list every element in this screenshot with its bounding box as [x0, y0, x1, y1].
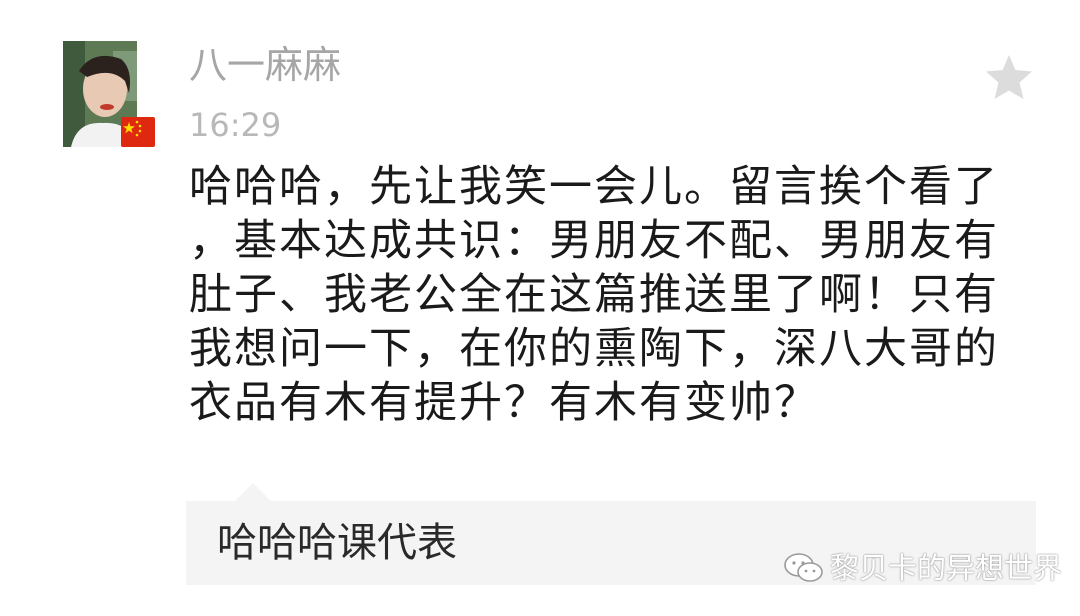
comment-line: ，基本达成共识：男朋友不配、男朋友有 [189, 216, 999, 266]
comment-text: 哈哈哈，先让我笑一会儿。留言挨个看了 ，基本达成共识：男朋友不配、男朋友有 肚子… [189, 160, 1029, 430]
comment-line: 肚子、我老公全在这篇推送里了啊！只有 [189, 270, 999, 320]
timestamp: 16:29 [189, 106, 282, 144]
reply-pointer [234, 483, 272, 502]
china-flag-icon [121, 117, 155, 147]
comment-line: 衣品有木有提升？有木有变帅？ [189, 378, 819, 428]
watermark-text: 黎贝卡的异想世界 [830, 551, 1063, 585]
reply-text: 哈哈哈课代表 [217, 520, 457, 566]
comment-page: 八一麻麻 16:29 哈哈哈，先让我笑一会儿。留言挨个看了 ，基本达成共识：男朋… [0, 0, 1080, 616]
comment-line: 我想问一下，在你的熏陶下，深八大哥的 [189, 324, 999, 374]
username[interactable]: 八一麻麻 [189, 40, 341, 90]
watermark: 黎贝卡的异想世界 [782, 548, 1062, 588]
star-icon[interactable] [984, 53, 1034, 101]
comment-line: 哈哈哈，先让我笑一会儿。留言挨个看了 [189, 162, 999, 212]
wechat-icon [784, 553, 823, 582]
